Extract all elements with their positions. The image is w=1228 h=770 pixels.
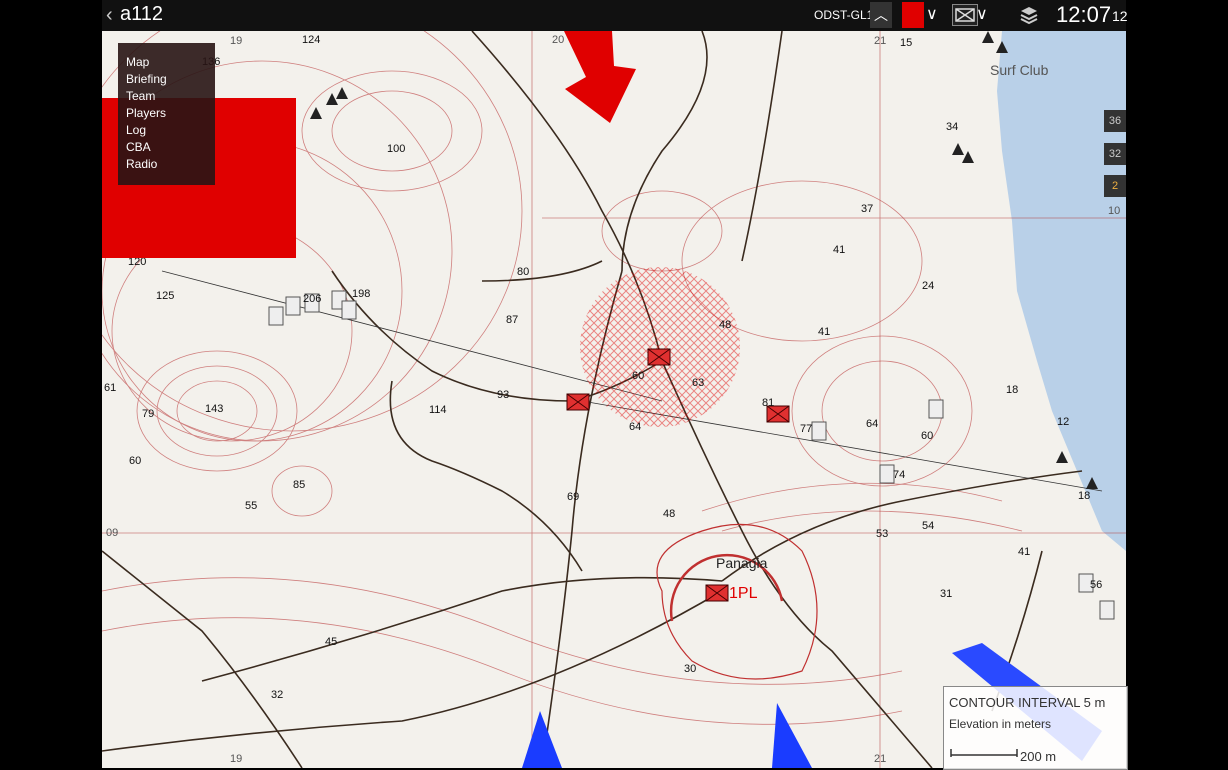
map-menu: Map Briefing Team Players Log CBA Radio: [118, 43, 215, 185]
side-badge[interactable]: 2: [1104, 175, 1126, 197]
map-title: a112: [120, 3, 164, 25]
menu-item-radio[interactable]: Radio: [126, 157, 157, 171]
side-badge[interactable]: 32: [1104, 143, 1126, 165]
enemy-unit-marker: [566, 393, 590, 411]
menu-item-cba[interactable]: CBA: [126, 140, 151, 154]
top-bar: ‹ a112 ODST-GL123 ︿ ∨ ∨ 12:07 12: [102, 0, 1128, 31]
chevron-up-icon: ︿: [874, 7, 888, 23]
chevron-down-icon[interactable]: ∨: [976, 4, 988, 24]
neutral-marker: [811, 421, 827, 441]
color-select-swatch[interactable]: [902, 2, 924, 28]
neutral-marker: [268, 306, 284, 326]
enemy-unit-marker: [705, 584, 729, 602]
friendly-arrow: [772, 703, 812, 768]
chevron-down-icon[interactable]: ∨: [926, 4, 938, 24]
clock-seconds: 12: [1112, 8, 1128, 24]
group-up-button[interactable]: ︿: [870, 2, 892, 28]
neutral-marker: [1078, 573, 1094, 593]
scale-label: 200 m: [1020, 749, 1057, 764]
menu-item-players[interactable]: Players: [126, 106, 166, 120]
neutral-marker: [879, 464, 895, 484]
objective-area: [656, 523, 818, 680]
enemy-unit-marker: [766, 405, 790, 423]
layers-icon[interactable]: [1020, 5, 1038, 30]
map-legend: CONTOUR INTERVAL 5 m Elevation in meters…: [943, 686, 1128, 770]
neutral-marker: [1099, 600, 1115, 620]
danger-zone: [580, 267, 740, 427]
neutral-marker: [285, 296, 301, 316]
enemy-unit-marker: [647, 348, 671, 366]
scale-bar: [950, 749, 1018, 757]
elevation-units-label: Elevation in meters: [949, 717, 1052, 731]
neutral-marker: [341, 300, 357, 320]
menu-item-briefing[interactable]: Briefing: [126, 72, 167, 86]
menu-item-map[interactable]: Map: [126, 55, 149, 69]
enemy-arrow: [564, 31, 636, 123]
neutral-marker: [304, 293, 320, 313]
contour-interval-label: CONTOUR INTERVAL 5 m: [949, 695, 1106, 710]
menu-item-team[interactable]: Team: [126, 89, 155, 103]
back-button[interactable]: ‹: [106, 4, 113, 27]
menu-item-log[interactable]: Log: [126, 123, 146, 137]
neutral-marker: [928, 399, 944, 419]
clock: 12:07: [1056, 2, 1112, 27]
friendly-arrow: [522, 711, 562, 768]
side-badge[interactable]: 36: [1104, 110, 1126, 132]
flag-select-icon[interactable]: [952, 4, 978, 26]
